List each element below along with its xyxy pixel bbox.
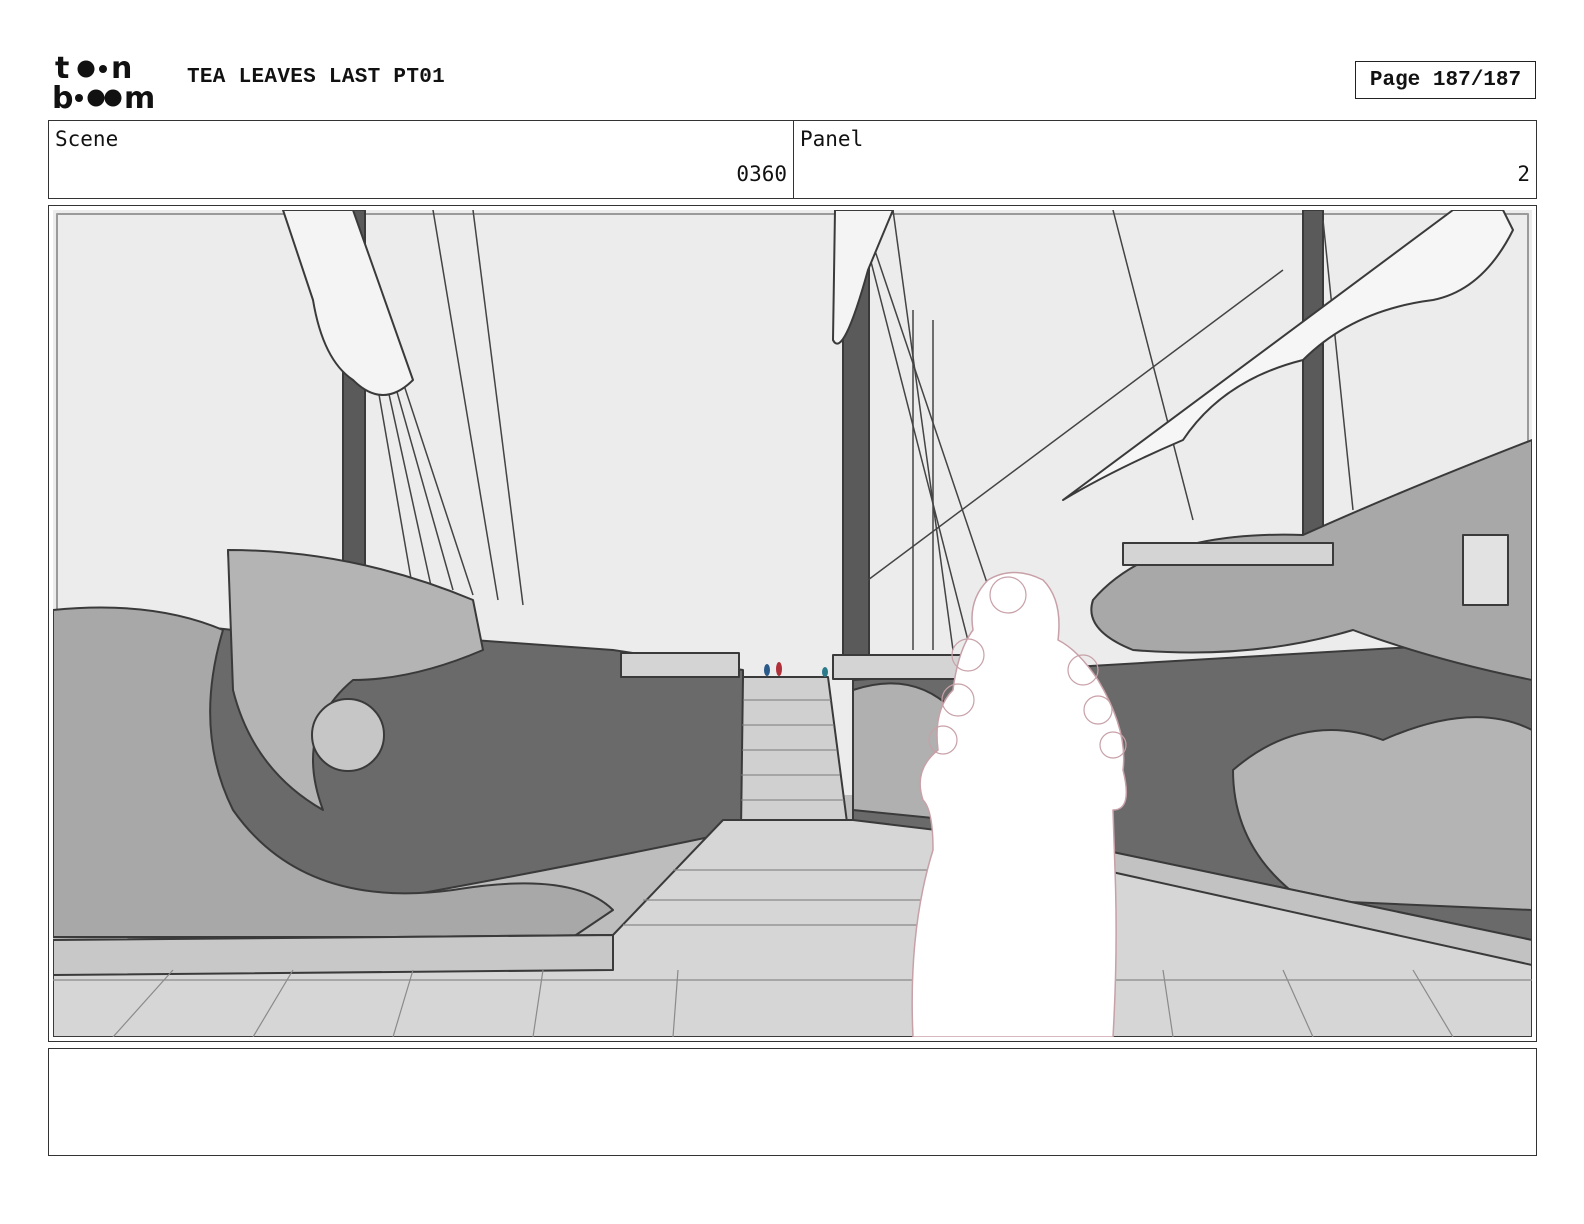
storyboard-panel-frame <box>48 205 1537 1042</box>
panel-notes-box <box>48 1048 1537 1156</box>
svg-text:b: b <box>52 81 73 112</box>
panel-label: Panel <box>800 127 864 151</box>
svg-text:m: m <box>124 81 155 112</box>
storyboard-panel-drawing <box>53 210 1532 1037</box>
panel-number: 2 <box>1517 162 1530 186</box>
toonboom-logo: t n b m <box>52 51 155 112</box>
panel-cell: Panel 2 <box>794 121 1536 198</box>
scene-cell: Scene 0360 <box>49 121 794 198</box>
scene-number: 0360 <box>736 162 787 186</box>
scene-panel-info: Scene 0360 Panel 2 <box>48 120 1537 199</box>
page-counter: Page 187/187 <box>1355 61 1536 99</box>
project-title: TEA LEAVES LAST PT01 <box>187 66 446 89</box>
scene-label: Scene <box>55 127 119 151</box>
